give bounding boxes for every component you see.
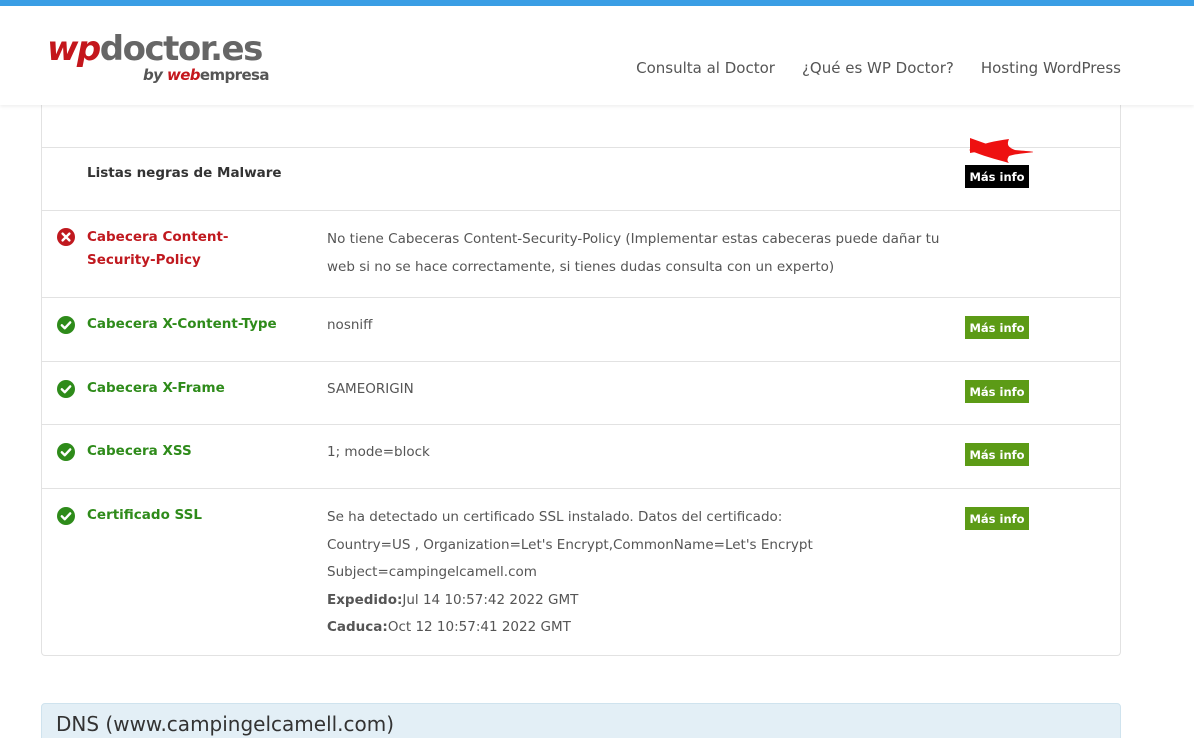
dns-section-header: DNS (www.campingelcamell.com): [41, 703, 1121, 738]
wpdoctor-logo[interactable]: wpdoctor.es by webempresa: [47, 30, 277, 86]
logo-byline: by webempresa: [143, 66, 269, 84]
check-label: Cabecera X-Frame: [87, 380, 225, 396]
value-line: Subject=campingelcamell.com: [327, 564, 537, 580]
check-label: Listas negras de Malware: [87, 165, 282, 181]
check-circle-icon: [57, 443, 75, 461]
value-line: Country=US , Organization=Let's Encrypt,…: [327, 536, 813, 553]
check-value: 1; mode=block: [327, 439, 967, 467]
mas-info-button[interactable]: Más info: [965, 165, 1029, 188]
mas-info-button[interactable]: Más info: [965, 380, 1029, 403]
check-row-xss: Cabecera XSS 1; mode=block Más info: [42, 424, 1120, 488]
caduca-line: Caduca:Oct 12 10:57:41 2022 GMT: [327, 619, 571, 635]
check-value: No tiene Cabeceras Content-Security-Poli…: [327, 226, 967, 281]
mas-info-button[interactable]: Más info: [965, 316, 1029, 339]
check-row-x-content-type: Cabecera X-Content-Type nosniff Más info: [42, 297, 1120, 361]
error-x-icon: [57, 228, 75, 246]
nav-que-es-wp-doctor[interactable]: ¿Qué es WP Doctor?: [802, 59, 954, 77]
value-line: nosniff: [327, 317, 373, 333]
mas-info-button[interactable]: Más info: [965, 507, 1029, 530]
check-label: Cabecera XSS: [87, 443, 192, 459]
check-circle-icon: [57, 316, 75, 334]
check-label: Cabecera X-Content-Type: [87, 316, 277, 332]
check-label: Cabecera Content-Security-Policy: [87, 229, 229, 268]
check-row-x-frame: Cabecera X-Frame SAMEORIGIN Más info: [42, 361, 1120, 424]
value-line: 1; mode=block: [327, 444, 430, 460]
expedido-line: Expedido:Jul 14 10:57:42 2022 GMT: [327, 591, 579, 608]
check-row-malware-blacklist: Listas negras de Malware Más info: [42, 147, 1120, 210]
check-value: Se ha detectado un certificado SSL insta…: [327, 504, 967, 642]
nav-hosting-wordpress[interactable]: Hosting WordPress: [981, 59, 1121, 77]
check-label: Certificado SSL: [87, 507, 203, 523]
value-line: Se ha detectado un certificado SSL insta…: [327, 509, 783, 525]
nav-consulta-doctor[interactable]: Consulta al Doctor: [636, 59, 775, 77]
check-circle-icon: [57, 507, 75, 525]
check-circle-icon: [57, 380, 75, 398]
mas-info-button[interactable]: Más info: [965, 443, 1029, 466]
main-nav: Consulta al Doctor ¿Qué es WP Doctor? Ho…: [636, 59, 1121, 77]
site-header: wpdoctor.es by webempresa Consulta al Do…: [0, 6, 1194, 105]
check-value: nosniff: [327, 312, 967, 340]
check-value: SAMEORIGIN: [327, 376, 967, 404]
check-row-ssl-certificate: Certificado SSL Se ha detectado un certi…: [42, 488, 1120, 655]
check-row-content-security-policy: Cabecera Content-Security-Policy No tien…: [42, 210, 1120, 297]
value-line: SAMEORIGIN: [327, 381, 414, 397]
security-results-panel: Listas negras de Malware Más info Cabece…: [41, 100, 1121, 656]
value-line: No tiene Cabeceras Content-Security-Poli…: [327, 231, 940, 275]
dns-title: DNS (www.campingelcamell.com): [56, 712, 395, 736]
red-arrow-annotation-icon: [969, 138, 1033, 163]
logo-wordmark: wpdoctor.es: [47, 29, 263, 69]
